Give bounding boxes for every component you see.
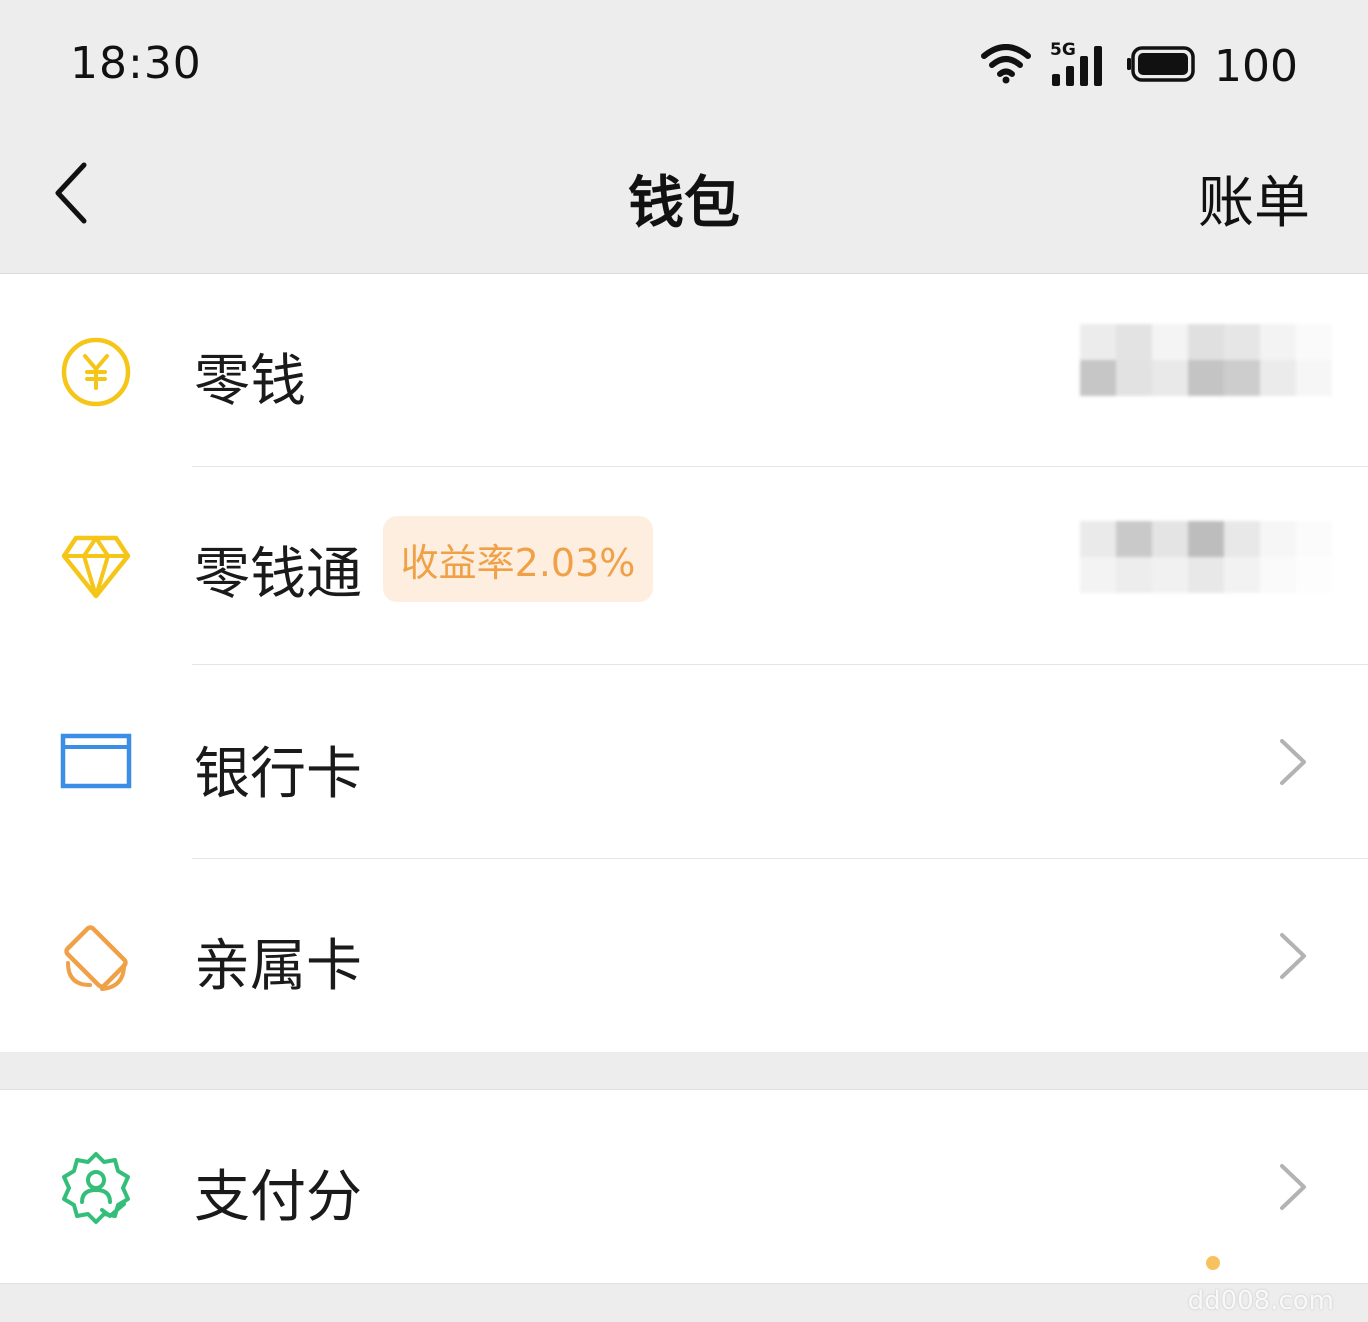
list-item-label: 支付分 [194,1165,362,1230]
list-item-label: 银行卡 [194,742,362,807]
list-item-label: 亲属卡 [194,934,362,999]
pay-score-icon [58,1150,134,1226]
signal-5g-icon: 5G [1050,40,1106,88]
status-time: 18:30 [70,38,202,89]
nav-bar: 钱包 账单 [0,130,1368,274]
list-item-pay-score[interactable]: 支付分 [0,1090,1368,1283]
hidden-balance [1080,521,1332,593]
yield-rate-badge: 收益率2.03% [383,516,653,602]
list-item-bank-card[interactable]: 银行卡 [0,665,1368,859]
hidden-balance [1080,324,1332,396]
diamond-icon [58,529,134,605]
bill-button[interactable]: 账单 [1198,158,1310,239]
list-item-family-card[interactable]: 亲属卡 [0,859,1368,1052]
yuan-coin-icon [58,334,134,410]
battery-level: 100 [1214,40,1298,92]
watermark: dd008.com [1187,1286,1334,1316]
status-icons: 5G 100 [980,40,1298,92]
battery-icon [1124,44,1196,88]
list-item-change[interactable]: 零钱 [0,274,1368,467]
status-bar: 18:30 5G 100 [0,0,1368,130]
list-item-label: 零钱通 [194,542,362,607]
page-title: 钱包 [628,171,740,236]
family-card-icon [58,919,134,995]
list-item-label: 零钱 [194,349,306,414]
watermark-logo-icon [1206,1256,1220,1270]
chevron-right-icon [1280,739,1306,785]
chevron-right-icon [1280,1164,1306,1210]
wallet-list-secondary: 支付分 [0,1089,1368,1284]
wallet-list: 零钱 零钱通 收益率2.03% 银行卡 亲属卡 [0,274,1368,1052]
bank-card-icon [58,723,134,799]
list-item-change-plus[interactable]: 零钱通 收益率2.03% [0,467,1368,665]
chevron-right-icon [1280,933,1306,979]
wifi-icon [980,44,1032,88]
